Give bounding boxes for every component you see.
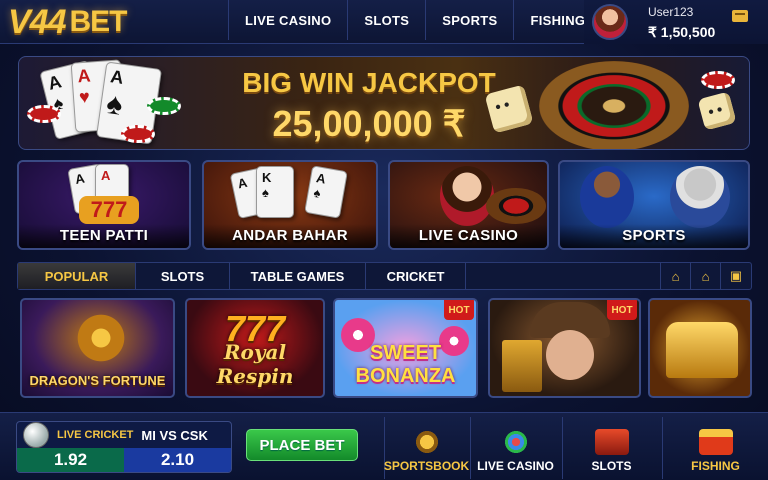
fishing-icon <box>698 429 733 455</box>
bottom-nav-slots[interactable]: SLOTS <box>562 417 660 479</box>
live-label: LIVE CRICKET <box>57 429 134 441</box>
dice-icon <box>697 91 737 131</box>
game-tabs: POPULAR SLOTS TABLE GAMES CRICKET ⌂ ⌂ ▣ <box>17 262 752 290</box>
chip-icon <box>701 71 735 89</box>
tab-popular[interactable]: POPULAR <box>18 263 136 289</box>
bottom-bar: LIVE CRICKET MI VS CSK 1.92 2.10 PLACE B… <box>0 412 768 480</box>
main-nav: LIVE CASINO SLOTS SPORTS FISHING <box>228 0 603 40</box>
chat-icon[interactable]: ▣ <box>721 263 751 289</box>
game-tile-royal-respin[interactable]: 777 Royal Respin <box>185 298 325 398</box>
bottom-nav-label: LIVE CASINO <box>477 459 554 473</box>
category-sports[interactable]: SPORTS <box>558 160 750 250</box>
app-root: V44 BET LIVE CASINO SLOTS SPORTS FISHING … <box>0 0 768 480</box>
jackpot-amount: 25,00,000 ₹ <box>272 103 466 144</box>
wallet-balance: ₹ 1,50,500 <box>648 24 716 40</box>
category-andar-bahar[interactable]: A K ♠ A ♠ ANDAR BAHAR <box>202 160 378 250</box>
odds-row: 1.92 2.10 <box>17 448 231 472</box>
user-info: User123 ₹ 1,50,500 <box>648 2 715 42</box>
category-label: ANDAR BAHAR <box>204 224 376 248</box>
nav-live-casino[interactable]: LIVE CASINO <box>228 0 347 40</box>
bottom-nav-sportsbook[interactable]: SPORTSBOOK <box>383 417 470 479</box>
slot-777-icon: 777 <box>79 196 139 224</box>
explorer-image <box>546 330 594 380</box>
logo-main: V44 <box>8 2 66 41</box>
dealer-image <box>440 166 494 226</box>
game-tile-dragons-fortune[interactable]: DRAGON'S FORTUNE <box>20 298 175 398</box>
tab-table-games[interactable]: TABLE GAMES <box>230 263 366 289</box>
username: User123 <box>648 5 694 19</box>
hot-badge: HOT <box>444 300 474 320</box>
site-logo[interactable]: V44 BET <box>8 2 128 42</box>
user-panel[interactable]: User123 ₹ 1,50,500 <box>584 0 768 44</box>
slots-icon <box>594 429 629 455</box>
bottom-nav-fishing[interactable]: FISHING <box>662 417 768 479</box>
category-label: TEEN PATTI <box>19 224 189 248</box>
hot-badge: HOT <box>607 300 637 320</box>
game-title: DRAGON'S FORTUNE <box>29 373 166 388</box>
live-cricket-bet-widget: LIVE CRICKET MI VS CSK 1.92 2.10 <box>16 421 232 473</box>
card-icon: K ♠ <box>256 166 294 218</box>
roulette-wheel-icon <box>539 61 689 149</box>
playing-cards-icon: A ♠ A ♥ A ♠ <box>27 59 187 147</box>
category-label: SPORTS <box>560 224 748 248</box>
cricket-ball-icon <box>23 422 49 448</box>
roulette-icon <box>486 188 546 224</box>
nav-sports[interactable]: SPORTS <box>425 0 513 40</box>
match-name: MI VS CSK <box>141 427 208 443</box>
game-tile-book-adventure[interactable]: HOT <box>488 298 641 398</box>
live-casino-icon <box>500 429 531 455</box>
category-label: LIVE CASINO <box>390 224 547 248</box>
home-icon[interactable]: ⌂ <box>691 263 721 289</box>
wallet-icon[interactable] <box>732 10 748 22</box>
odds-team-a[interactable]: 1.92 <box>17 448 124 472</box>
bottom-nav-label: SPORTSBOOK <box>383 459 470 473</box>
nav-slots[interactable]: SLOTS <box>347 0 425 40</box>
jackpot-banner[interactable]: A ♠ A ♥ A ♠ BIG WIN JACKPOT 25,00,000 ₹ <box>18 56 750 150</box>
game-tile-sweet-bonanza[interactable]: HOT SWEET BONANZA <box>333 298 478 398</box>
sportsbook-icon <box>411 429 442 455</box>
football-player-image <box>580 166 634 228</box>
top-header: V44 BET LIVE CASINO SLOTS SPORTS FISHING … <box>0 0 768 44</box>
bottom-nav-label: FISHING <box>691 459 740 473</box>
game-tile-gold-treasure[interactable] <box>648 298 752 398</box>
game-title: Royal Respin <box>216 340 294 388</box>
odds-team-b[interactable]: 2.10 <box>124 448 231 472</box>
tab-cricket[interactable]: CRICKET <box>366 263 466 289</box>
cricket-player-image <box>670 166 730 228</box>
avatar[interactable] <box>592 4 628 40</box>
logo-suffix: BET <box>69 5 128 38</box>
game-title: SWEET BONANZA <box>355 342 456 387</box>
tab-spacer <box>466 263 661 289</box>
home-alert-icon[interactable]: ⌂ <box>661 263 691 289</box>
dragon-image <box>66 308 136 368</box>
book-icon <box>502 340 542 392</box>
place-bet-button[interactable]: PLACE BET <box>246 429 358 461</box>
category-live-casino[interactable]: LIVE CASINO <box>388 160 549 250</box>
card-icon: A ♠ <box>304 165 348 219</box>
bet-header: LIVE CRICKET MI VS CSK <box>17 422 231 448</box>
jackpot-title: BIG WIN JACKPOT <box>242 67 496 98</box>
tab-slots[interactable]: SLOTS <box>136 263 230 289</box>
category-teen-patti[interactable]: A A 777 TEEN PATTI <box>17 160 191 250</box>
bottom-nav-live-casino[interactable]: LIVE CASINO <box>470 417 560 479</box>
bottom-nav-label: SLOTS <box>591 459 632 473</box>
treasure-chest-icon <box>666 322 738 378</box>
